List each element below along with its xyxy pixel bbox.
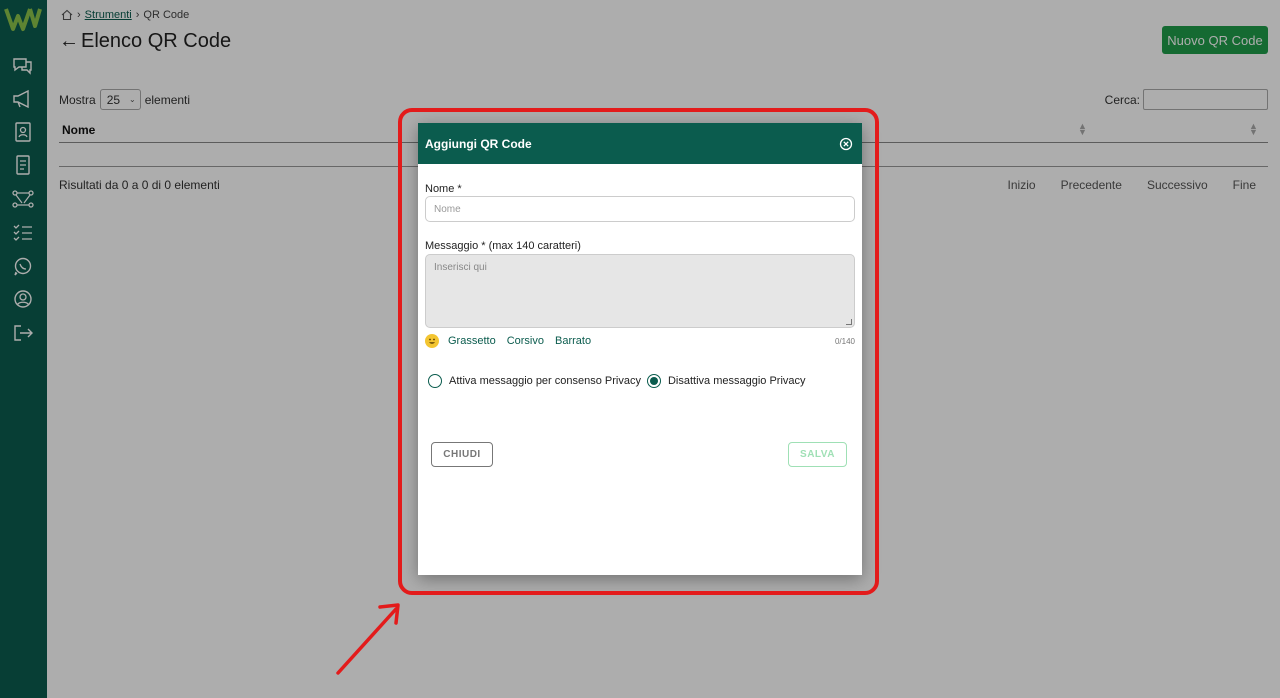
annotation-arrow-icon [336,603,400,675]
highlight-frame [398,108,879,595]
